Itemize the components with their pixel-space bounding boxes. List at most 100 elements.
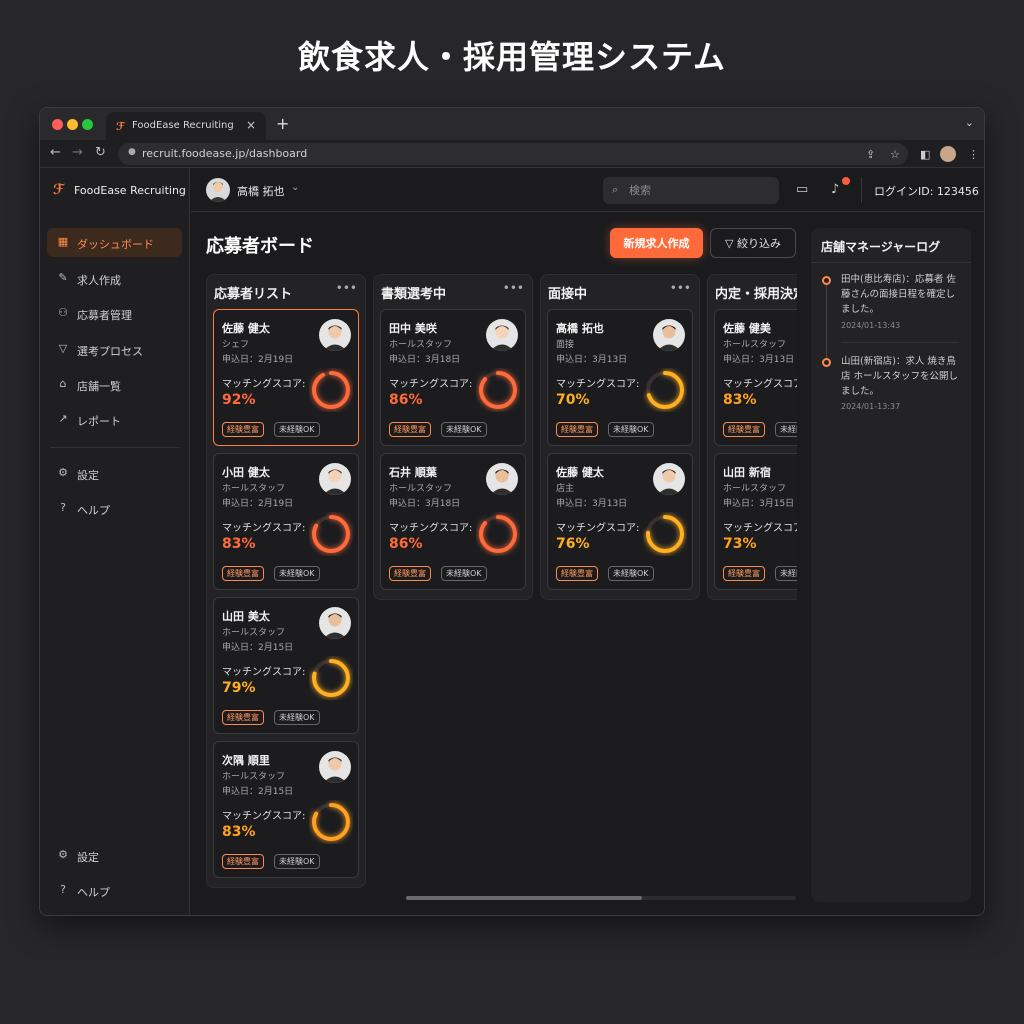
- scrollbar-thumb[interactable]: [406, 896, 642, 900]
- sidebar-item-label: 求人作成: [77, 274, 121, 287]
- no-experience-tag: 未経験OK: [441, 422, 487, 437]
- sidebar-item-job-create[interactable]: ✎ 求人作成: [47, 264, 182, 293]
- applicant-card[interactable]: 佐藤 健美ホールスタッフ申込日：3月13日マッチングスコア: 83% 経験豊富未経験…: [714, 309, 797, 446]
- application-date: 申込日：3月13日: [723, 355, 795, 365]
- manager-log-panel: 店舗マネージャーログ 田中(恵比寿店)：応募者 佐藤さんの面接日程を確定しました…: [811, 228, 971, 902]
- applicant-role: ホールスタッフ: [723, 484, 787, 494]
- log-divider: [841, 342, 959, 343]
- matching-score-value: 92%: [222, 392, 256, 408]
- maximize-window-dot[interactable]: [82, 119, 93, 130]
- applicant-card[interactable]: 小田 健太 ホールスタッフ 申込日：2月19日 マッチングスコア: 83% 経験豊富 未経験…: [213, 453, 359, 590]
- applicant-avatar: [653, 463, 685, 495]
- applicant-avatar: [653, 319, 685, 351]
- sidebar-item-reports[interactable]: ↗ レポート: [47, 405, 182, 434]
- horizontal-scrollbar[interactable]: [406, 896, 796, 900]
- applicant-card[interactable]: 高橋 拓也 面接 申込日：3月13日 マッチングスコア: 70% 経験豊富 未経験OK: [547, 309, 693, 446]
- close-tab-icon[interactable]: ×: [246, 118, 256, 132]
- applicant-card[interactable]: 佐藤 健太 店主 申込日：3月13日 マッチングスコア: 76% 経験豊富 未経験OK: [547, 453, 693, 590]
- browser-tab[interactable]: ℱ FoodEase Recruiting ×: [106, 112, 266, 140]
- forward-icon[interactable]: →: [72, 145, 83, 160]
- sidebar-item-label: 店舗一覧: [77, 380, 121, 393]
- more-options-icon[interactable]: •••: [670, 281, 691, 295]
- brand-name: FoodEase Recruiting: [74, 184, 186, 197]
- no-experience-tag: 未経験OK: [274, 422, 320, 437]
- more-options-icon[interactable]: •••: [336, 281, 357, 295]
- reload-icon[interactable]: ↻: [95, 145, 106, 160]
- chevron-down-icon[interactable]: ⌄: [291, 182, 299, 193]
- new-tab-icon[interactable]: +: [276, 114, 289, 133]
- sidebar-item-applicants[interactable]: ⚇ 応募者管理: [47, 299, 182, 328]
- sidebar-toggle-icon[interactable]: ◧: [920, 148, 930, 161]
- application-date: 申込日：3月15日: [723, 499, 795, 509]
- applicant-name: 高橋 拓也: [556, 322, 604, 335]
- applicant-name: 山田 新宿: [723, 466, 771, 479]
- applicant-role: 面接: [556, 340, 575, 350]
- user-name[interactable]: 高橋 拓也: [237, 183, 285, 199]
- applicant-card[interactable]: 山田 新宿ホールスタッフ申込日：3月15日マッチングスコア: 73% 経験豊富未経験…: [714, 453, 797, 590]
- kanban-column: 面接中 ••• 高橋 拓也 面接 申込日：3月13日 マッチングスコア: 70% 経験豊富 未経…: [540, 274, 700, 600]
- sidebar-item-label: 設定: [77, 851, 99, 864]
- browser-menu-icon[interactable]: ⋮: [968, 148, 979, 161]
- sidebar-item-settings[interactable]: ⚙ 設定: [47, 459, 182, 488]
- close-window-dot[interactable]: [52, 119, 63, 130]
- matching-score-value: 73%: [723, 536, 757, 552]
- experience-tag: 経験豊富: [222, 422, 264, 437]
- page-title: 応募者ボード: [206, 236, 314, 257]
- back-icon[interactable]: ←: [50, 145, 61, 160]
- no-experience-tag: 未経験OK: [608, 422, 654, 437]
- application-date: 申込日：2月19日: [222, 499, 294, 509]
- matching-score-value: 86%: [389, 536, 423, 552]
- sidebar-item-help[interactable]: ? ヘルプ: [47, 494, 182, 523]
- matching-score-value: 83%: [222, 824, 256, 840]
- new-job-button[interactable]: 新規求人作成: [610, 228, 703, 258]
- applicant-card[interactable]: 次隅 順里 ホールスタッフ 申込日：2月15日 マッチングスコア: 83% 経験豊富 未経験…: [213, 741, 359, 878]
- score-ring: [312, 803, 350, 841]
- chat-icon[interactable]: ▭: [796, 182, 808, 197]
- applicant-card[interactable]: 山田 美太 ホールスタッフ 申込日：2月15日 マッチングスコア: 79% 経験豊富 未経験…: [213, 597, 359, 734]
- applicant-card[interactable]: 石井 順葉 ホールスタッフ 申込日：3月18日 マッチングスコア: 86% 経験豊富 未経験…: [380, 453, 526, 590]
- application-date: 申込日：3月18日: [389, 499, 461, 509]
- sidebar-item-dashboard[interactable]: ▦ ダッシュボード: [47, 228, 182, 257]
- search-box: ⌕: [603, 177, 779, 204]
- no-experience-tag: 未経験OK: [608, 566, 654, 581]
- bell-icon[interactable]: ♪: [831, 182, 839, 197]
- sidebar-bottom-settings[interactable]: ⚙ 設定: [47, 841, 182, 870]
- filter-button[interactable]: ▽ 絞り込み: [710, 228, 796, 258]
- experience-tag: 経験豊富: [723, 566, 765, 581]
- gear-icon: ⚙: [58, 466, 68, 479]
- applicant-avatar: [319, 607, 351, 639]
- sidebar-bottom-help[interactable]: ? ヘルプ: [47, 876, 182, 905]
- app-topbar: 高橋 拓也 ⌄ ⌕ ▭ ♪ ログインID: 123456: [191, 168, 984, 212]
- share-icon[interactable]: ⇪: [866, 148, 875, 161]
- user-avatar[interactable]: [206, 178, 230, 202]
- applicant-avatar: [319, 463, 351, 495]
- no-experience-tag: 未経験OK: [274, 710, 320, 725]
- application-date: 申込日：2月19日: [222, 355, 294, 365]
- bookmark-star-icon[interactable]: ☆: [890, 148, 900, 161]
- no-experience-tag: 未経験OK: [441, 566, 487, 581]
- applicant-avatar: [319, 751, 351, 783]
- applicant-name: 佐藤 健太: [222, 322, 270, 335]
- more-options-icon[interactable]: •••: [503, 281, 524, 295]
- minimize-window-dot[interactable]: [67, 119, 78, 130]
- log-entry-text: 山田(新宿店)：求人 焼き鳥店 ホールスタッフを公開しました。: [841, 356, 959, 397]
- sidebar-item-stores[interactable]: ⌂ 店舗一覧: [47, 370, 182, 399]
- applicant-role: シェフ: [222, 340, 250, 350]
- application-date: 申込日：3月18日: [389, 355, 461, 365]
- applicant-card[interactable]: 佐藤 健太 シェフ 申込日：2月19日 マッチングスコア: 92% 経験豊富 未経験OK: [213, 309, 359, 446]
- sidebar-divider: [50, 447, 180, 448]
- search-input[interactable]: [629, 182, 769, 199]
- application-date: 申込日：2月15日: [222, 787, 294, 797]
- score-ring: [312, 515, 350, 553]
- url-field[interactable]: ● recruit.foodease.jp/dashboard: [118, 143, 908, 165]
- sidebar-item-selection-process[interactable]: ▽ 選考プロセス: [47, 335, 182, 364]
- dashboard-icon: ▦: [57, 235, 69, 248]
- applicant-role: ホールスタッフ: [723, 340, 787, 350]
- applicant-role: 店主: [556, 484, 575, 494]
- applicant-card[interactable]: 田中 美咲 ホールスタッフ 申込日：3月18日 マッチングスコア: 86% 経験豊富 未経験…: [380, 309, 526, 446]
- lock-icon: ●: [128, 147, 136, 157]
- sidebar-item-label: ヘルプ: [77, 886, 110, 899]
- tab-list-chevron-icon[interactable]: ⌄: [965, 116, 974, 129]
- profile-avatar[interactable]: [940, 146, 956, 162]
- applicant-name: 石井 順葉: [389, 466, 437, 479]
